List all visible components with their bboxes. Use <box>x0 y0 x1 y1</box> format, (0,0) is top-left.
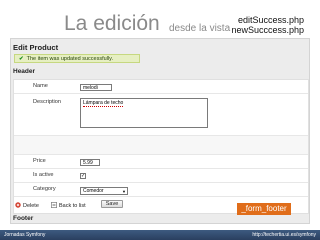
back-to-list-label: Back to list <box>59 203 86 209</box>
product-form: Name melodi Description Lámpara de techo… <box>13 79 309 214</box>
description-label: Description <box>33 99 61 105</box>
delete-label: Delete <box>23 203 39 209</box>
category-select[interactable]: Comedor ▼ <box>80 187 128 195</box>
form-row-category: Category Comedor ▼ <box>14 183 308 197</box>
footer-label: Footer <box>13 215 34 222</box>
form-footer-partial-tag: _form_footer <box>237 203 291 215</box>
list-icon <box>51 202 57 208</box>
name-input[interactable]: melodi <box>80 84 112 91</box>
file-labels: editSuccess.php newSucccess.php <box>222 15 304 35</box>
chevron-down-icon: ▼ <box>122 189 126 194</box>
is-active-label: Is active <box>33 172 54 178</box>
success-notice: ✔ The item was updated successfully. <box>14 54 140 63</box>
category-selected: Comedor <box>83 188 104 194</box>
form-row-spacer <box>14 136 308 155</box>
slide-subtitle: desde la vista <box>169 23 231 34</box>
is-active-checkbox[interactable]: ✓ <box>80 173 86 179</box>
edit-product-panel: Edit Product ✔ The item was updated succe… <box>10 38 310 224</box>
description-text: Lámpara de techo <box>83 100 124 107</box>
form-row-price: Price 5.99 <box>14 155 308 169</box>
footer-left-text: Jornadas Symfony <box>4 232 46 238</box>
price-label: Price <box>33 158 46 164</box>
delete-link[interactable]: Delete <box>15 202 39 209</box>
file-label-edit: editSuccess.php <box>237 15 304 25</box>
file-label-new: newSucccess.php <box>231 25 304 35</box>
slide-footer-bar: Jornadas Symfony http://techertia.ui.es/… <box>0 230 320 240</box>
description-textarea[interactable]: Lámpara de techo <box>80 98 208 128</box>
back-to-list-link[interactable]: Back to list <box>51 202 86 209</box>
category-label: Category <box>33 186 56 192</box>
header-label: Header <box>13 68 36 75</box>
form-row-is-active: Is active ✓ <box>14 169 308 183</box>
delete-icon <box>15 202 21 208</box>
form-row-name: Name melodi <box>14 80 308 94</box>
save-button[interactable]: Save <box>101 200 123 208</box>
name-label: Name <box>33 83 48 89</box>
price-input[interactable]: 5.99 <box>80 159 100 166</box>
panel-title: Edit Product <box>13 43 59 52</box>
notice-text: The item was updated successfully. <box>26 56 114 62</box>
checkmark-icon: ✔ <box>19 56 24 62</box>
slide-title: La edición <box>64 12 160 35</box>
form-row-description: Description Lámpara de techo <box>14 94 308 136</box>
footer-right-link[interactable]: http://techertia.ui.es/symfony <box>252 230 316 240</box>
